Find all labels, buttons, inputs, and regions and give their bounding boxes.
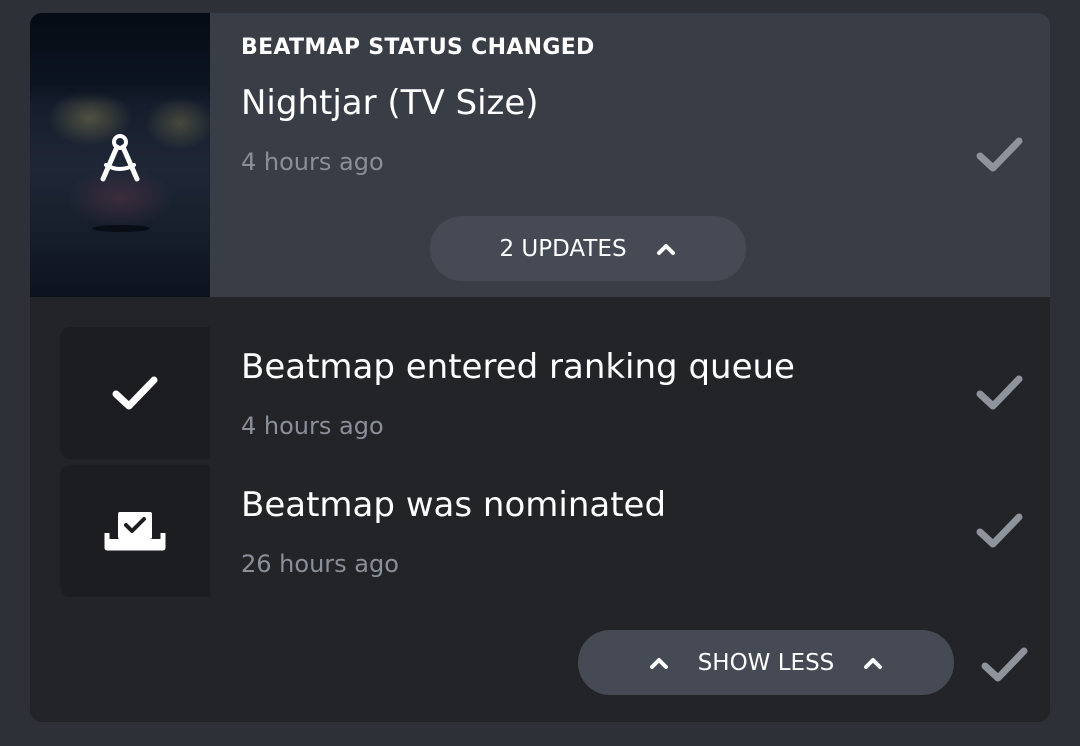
beatmap-cover-image bbox=[30, 13, 210, 297]
show-less-button[interactable]: SHOW LESS bbox=[578, 630, 954, 695]
compass-drafting-icon bbox=[100, 134, 140, 182]
chevron-up-icon bbox=[656, 243, 675, 255]
update-time: 4 hours ago bbox=[241, 412, 384, 440]
check-icon bbox=[112, 376, 158, 410]
update-text[interactable]: Beatmap entered ranking queue bbox=[241, 347, 795, 387]
chevron-up-icon bbox=[649, 657, 668, 669]
update-icon-box bbox=[60, 465, 210, 597]
notification-group: BEATMAP STATUS CHANGED Nightjar (TV Size… bbox=[30, 13, 1050, 722]
update-icon-box bbox=[60, 327, 210, 459]
updates-toggle-label: 2 UPDATES bbox=[499, 235, 627, 262]
notification-header[interactable]: BEATMAP STATUS CHANGED Nightjar (TV Size… bbox=[30, 13, 1050, 297]
chevron-up-icon bbox=[864, 657, 883, 669]
mark-read-icon[interactable] bbox=[975, 373, 1025, 413]
notification-category: BEATMAP STATUS CHANGED bbox=[241, 35, 595, 60]
mark-read-icon[interactable] bbox=[975, 135, 1025, 175]
updates-toggle-button[interactable]: 2 UPDATES bbox=[430, 216, 746, 281]
notification-time: 4 hours ago bbox=[241, 148, 384, 176]
show-less-label: SHOW LESS bbox=[697, 649, 835, 676]
ballot-box-icon bbox=[104, 512, 166, 551]
update-time: 26 hours ago bbox=[241, 550, 399, 578]
mark-all-read-icon[interactable] bbox=[980, 645, 1030, 685]
update-text[interactable]: Beatmap was nominated bbox=[241, 485, 666, 525]
beatmap-title[interactable]: Nightjar (TV Size) bbox=[241, 83, 539, 123]
mark-read-icon[interactable] bbox=[975, 511, 1025, 551]
